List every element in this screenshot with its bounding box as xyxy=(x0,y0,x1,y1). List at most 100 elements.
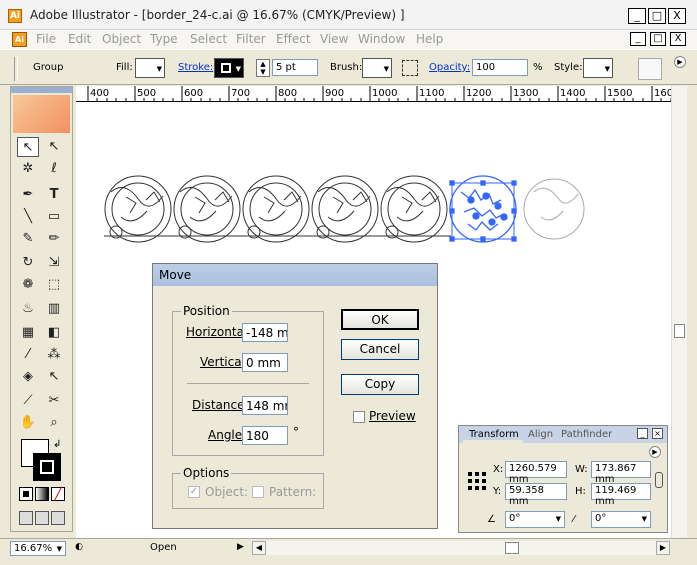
brush-options-icon[interactable] xyxy=(402,60,418,76)
horizontal-scroll-thumb[interactable] xyxy=(505,542,519,554)
document-icon[interactable]: Ai xyxy=(12,32,27,47)
gradient-mode-icon[interactable] xyxy=(35,487,49,501)
opacity-field[interactable]: 100 xyxy=(472,59,528,76)
free-transform-tool-icon[interactable]: ⬚ xyxy=(43,275,65,295)
status-arrow-icon[interactable]: ▶ xyxy=(237,542,244,552)
symbol-sprayer-tool-icon[interactable]: ♨ xyxy=(17,299,39,319)
scissors-tool-icon[interactable]: ✂ xyxy=(43,391,65,411)
live-paint-selection-tool-icon[interactable]: ↖ xyxy=(43,367,65,387)
doc-restore-button[interactable]: □ xyxy=(650,32,666,46)
zoom-tool-icon[interactable]: ⌕ xyxy=(43,413,65,433)
scale-tool-icon[interactable]: ⇲ xyxy=(43,253,65,273)
direct-selection-tool-icon[interactable]: ↖ xyxy=(43,137,65,157)
maximize-button[interactable]: □ xyxy=(648,8,666,24)
rotate-tool-icon[interactable]: ↻ xyxy=(17,253,39,273)
standard-screen-mode-icon[interactable] xyxy=(19,511,33,525)
cancel-button[interactable]: Cancel xyxy=(341,339,419,360)
menu-select[interactable]: Select xyxy=(190,32,227,46)
scroll-thumb[interactable] xyxy=(674,324,685,338)
adobe-flower-icon[interactable] xyxy=(13,95,70,133)
minimize-button[interactable]: _ xyxy=(628,8,646,24)
selection-tool-icon[interactable]: ↖ xyxy=(17,137,39,157)
grip-handle[interactable] xyxy=(14,57,18,81)
selected-object[interactable] xyxy=(449,175,517,243)
color-mode-icon[interactable] xyxy=(19,487,33,501)
tab-pathfinder[interactable]: Pathfinder xyxy=(561,429,612,440)
angle-field[interactable]: 180 xyxy=(242,426,288,445)
style-swatch[interactable]: ▼ xyxy=(583,58,613,78)
opacity-label[interactable]: Opacity: xyxy=(429,62,470,73)
fill-swatch[interactable]: ▼ xyxy=(135,58,165,78)
menu-help[interactable]: Help xyxy=(416,32,443,46)
close-button[interactable]: X xyxy=(668,8,686,24)
panel-close-icon[interactable]: × xyxy=(652,428,663,439)
y-field[interactable]: 59.358 mm xyxy=(505,483,567,507)
menu-file[interactable]: File xyxy=(36,32,56,46)
magic-wand-tool-icon[interactable]: ✲ xyxy=(17,159,39,179)
horizontal-scrollbar[interactable] xyxy=(266,541,656,555)
control-menu-icon[interactable]: ▶ xyxy=(674,56,686,68)
swap-colors-icon[interactable]: ↲ xyxy=(53,439,61,450)
selection-bounding-box[interactable] xyxy=(451,182,515,240)
preview-checkbox[interactable] xyxy=(353,411,365,423)
tab-align[interactable]: Align xyxy=(528,429,553,440)
paintbrush-tool-icon[interactable]: ✎ xyxy=(17,229,39,249)
doc-close-button[interactable]: X xyxy=(670,32,686,46)
hand-tool-icon[interactable]: ✋ xyxy=(17,413,39,433)
menu-window[interactable]: Window xyxy=(358,32,405,46)
mesh-tool-icon[interactable]: ▦ xyxy=(17,323,39,343)
zoom-select[interactable]: 16.67% ▼ xyxy=(10,541,66,556)
scroll-left-button[interactable]: ◀ xyxy=(252,541,266,555)
vertical-scrollbar[interactable] xyxy=(671,86,687,538)
full-screen-menu-mode-icon[interactable] xyxy=(35,511,49,525)
lasso-tool-icon[interactable]: ℓ xyxy=(43,159,65,179)
live-paint-tool-icon[interactable]: ◈ xyxy=(17,367,39,387)
document-setup-icon[interactable] xyxy=(638,58,662,80)
constrain-proportions-icon[interactable] xyxy=(655,472,663,488)
panel-menu-icon[interactable]: ▶ xyxy=(649,446,661,458)
column-graph-tool-icon[interactable]: ▥ xyxy=(43,299,65,319)
x-field[interactable]: 1260.579 mm xyxy=(505,461,567,485)
stroke-swatch[interactable]: ▼ xyxy=(214,58,244,78)
scroll-right-button[interactable]: ▶ xyxy=(656,541,670,555)
eyedropper-tool-icon[interactable]: ⁄ xyxy=(17,345,39,365)
menu-view[interactable]: View xyxy=(320,32,348,46)
warp-tool-icon[interactable]: ❁ xyxy=(17,275,39,295)
w-field[interactable]: 173.867 mm xyxy=(591,461,651,485)
menu-edit[interactable]: Edit xyxy=(68,32,91,46)
status-menu-icon[interactable]: ◐ xyxy=(72,542,86,555)
pencil-tool-icon[interactable]: ✏ xyxy=(43,229,65,249)
menu-type[interactable]: Type xyxy=(150,32,178,46)
doc-minimize-button[interactable]: _ xyxy=(630,32,646,46)
object-checkbox[interactable]: ✓ xyxy=(188,486,200,498)
h-field[interactable]: 119.469 mm xyxy=(591,483,651,507)
horizontal-field[interactable]: -148 mm xyxy=(242,323,288,342)
stroke-weight-stepper[interactable]: ▲ ▼ xyxy=(256,59,270,77)
line-tool-icon[interactable]: ╲ xyxy=(17,207,39,227)
rotate-select[interactable]: 0° ▼ xyxy=(505,511,565,528)
menu-effect[interactable]: Effect xyxy=(276,32,311,46)
pen-tool-icon[interactable]: ✒ xyxy=(17,185,39,205)
distance-field[interactable]: 148 mm xyxy=(242,396,288,415)
stroke-color-icon[interactable] xyxy=(33,453,61,481)
full-screen-mode-icon[interactable] xyxy=(51,511,65,525)
panel-grip[interactable] xyxy=(11,87,72,93)
type-tool-icon[interactable]: T xyxy=(43,185,65,205)
gradient-tool-icon[interactable]: ◧ xyxy=(43,323,65,343)
ok-button[interactable]: OK xyxy=(341,309,419,330)
slice-tool-icon[interactable]: ⟋ xyxy=(17,391,39,411)
stroke-weight-field[interactable]: 5 pt xyxy=(272,59,318,76)
shear-select[interactable]: 0° ▼ xyxy=(591,511,651,528)
tab-transform[interactable]: Transform xyxy=(469,429,519,440)
pattern-checkbox[interactable] xyxy=(252,486,264,498)
copy-button[interactable]: Copy xyxy=(341,374,419,395)
rectangle-tool-icon[interactable]: ▭ xyxy=(43,207,65,227)
brush-swatch[interactable]: ▼ xyxy=(362,58,392,78)
horizontal-ruler[interactable]: 400 500 600 700 800 900 1000 1100 1200 1… xyxy=(76,86,681,102)
none-mode-icon[interactable]: ╱ xyxy=(51,487,65,501)
vertical-field[interactable]: 0 mm xyxy=(242,353,288,372)
stroke-label[interactable]: Stroke: xyxy=(178,62,213,73)
menu-filter[interactable]: Filter xyxy=(236,32,266,46)
blend-tool-icon[interactable]: ⁂ xyxy=(43,345,65,365)
menu-object[interactable]: Object xyxy=(102,32,141,46)
